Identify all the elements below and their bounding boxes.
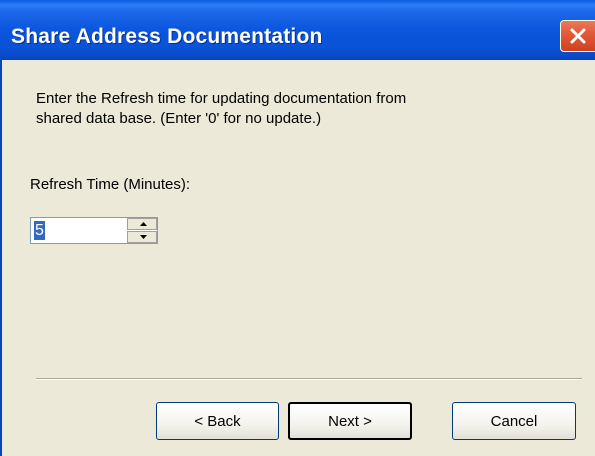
spin-down-button[interactable] [127, 231, 157, 243]
next-button[interactable]: Next > [288, 402, 412, 440]
cancel-button[interactable]: Cancel [452, 402, 576, 440]
window-title: Share Address Documentation [11, 25, 323, 48]
refresh-time-label: Refresh Time (Minutes): [30, 176, 191, 193]
arrow-down-icon [140, 235, 147, 239]
back-button[interactable]: < Back [156, 402, 279, 440]
arrow-up-icon [140, 222, 147, 226]
title-bar[interactable]: Share Address Documentation [0, 0, 595, 60]
description-line-2: shared data base. (Enter '0' for no upda… [36, 110, 322, 127]
dialog-window: Share Address Documentation Enter the Re… [0, 0, 595, 456]
dialog-content: Enter the Refresh time for updating docu… [0, 60, 595, 456]
refresh-time-spinner[interactable]: 5 [30, 217, 158, 244]
description-line-1: Enter the Refresh time for updating docu… [36, 90, 407, 107]
button-separator [36, 378, 582, 380]
close-icon [570, 28, 586, 44]
close-button[interactable] [560, 20, 595, 52]
description-text: Enter the Refresh time for updating docu… [36, 89, 556, 129]
refresh-time-input[interactable]: 5 [34, 221, 45, 240]
spin-up-button[interactable] [127, 218, 157, 230]
window-left-border [0, 60, 2, 456]
